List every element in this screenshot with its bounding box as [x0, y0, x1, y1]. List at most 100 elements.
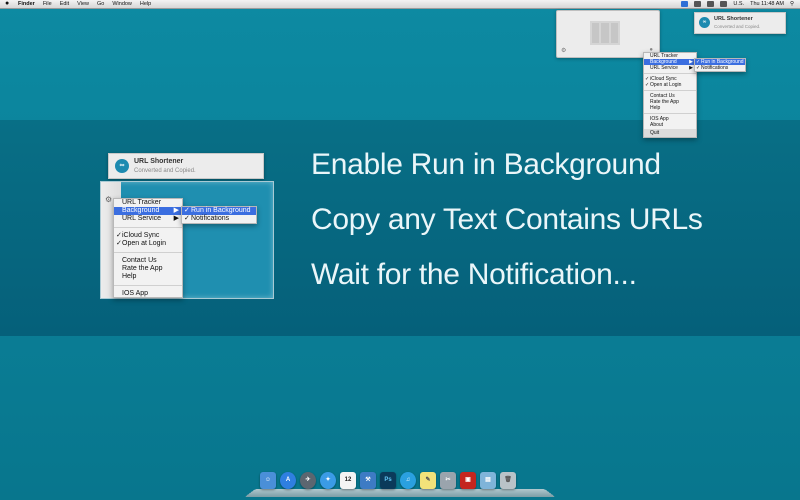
- menu-go[interactable]: Go: [97, 0, 104, 8]
- menu-item-label: Run in Background: [191, 207, 251, 214]
- menu-edit[interactable]: Edit: [60, 0, 69, 8]
- menu-item-label: URL Service: [650, 65, 678, 71]
- menu-separator: [644, 90, 696, 91]
- menu-item-label: Help: [650, 105, 661, 111]
- checkmark-icon: ✓: [184, 215, 190, 222]
- submenu-arrow-icon: ▶: [173, 215, 179, 222]
- calendar-icon[interactable]: 12: [340, 472, 356, 489]
- dock-shelf: [244, 489, 556, 498]
- menu-file[interactable]: File: [43, 0, 52, 8]
- gear-icon[interactable]: ⚙: [561, 47, 566, 54]
- checkmark-icon: ✓: [184, 207, 190, 214]
- submenu-item-run-in-background[interactable]: ✓ Run in Background: [182, 207, 256, 215]
- headline-step-3: Wait for the Notification...: [311, 258, 637, 291]
- gear-icon[interactable]: ⚙: [105, 195, 112, 204]
- submenu-arrow-icon: ▶: [689, 65, 693, 71]
- submenu-arrow-icon: ▶: [173, 207, 179, 214]
- itunes-icon[interactable]: ♫: [400, 472, 416, 489]
- notification-small[interactable]: ∞ URL Shortener Converted and Copied.: [694, 12, 786, 34]
- finder-icon[interactable]: ☺: [260, 472, 276, 489]
- menu-separator: [644, 113, 696, 114]
- menu-item-label: URL Service: [122, 215, 162, 222]
- wifi-icon[interactable]: [694, 1, 702, 7]
- menu-item-background[interactable]: Background ▶: [114, 207, 182, 215]
- background-submenu-large: ✓ Run in Background ✓ Notifications: [181, 206, 257, 224]
- notification-subtitle: Converted and Copied.: [714, 24, 761, 29]
- menu-item-ios-app[interactable]: IOS App: [114, 290, 182, 297]
- checkmark-icon: ✓: [696, 65, 701, 71]
- input-locale[interactable]: U.S.: [733, 0, 744, 8]
- menu-item-quit[interactable]: Quit: [644, 129, 696, 137]
- menu-item-url-tracker[interactable]: URL Tracker: [114, 199, 182, 207]
- photo-booth-icon[interactable]: ▣: [460, 472, 476, 489]
- downloads-folder-icon[interactable]: ▤: [480, 472, 496, 489]
- menu-separator: [114, 252, 182, 253]
- menu-item-url-service[interactable]: URL Service ▶: [644, 65, 696, 71]
- menu-item-label: Quit: [650, 130, 660, 136]
- apple-logo-icon[interactable]: ●: [5, 0, 9, 8]
- notification-title: URL Shortener: [714, 16, 753, 22]
- background-submenu-small: ✓ Run in Background ✓ Notifications: [694, 58, 746, 72]
- url-shortener-logo-icon: ∞: [115, 159, 129, 173]
- launchpad-icon[interactable]: ✈: [300, 472, 316, 489]
- menu-item-label: Rate the App: [122, 265, 163, 272]
- headline-step-2: Copy any Text Contains URLs: [311, 203, 703, 236]
- menu-item-label: URL Tracker: [122, 199, 162, 206]
- placeholder-tiles: [590, 21, 620, 45]
- menu-item-open-at-login[interactable]: ✓ Open at Login: [114, 240, 182, 248]
- menu-item-rate-app[interactable]: Rate the App: [114, 265, 182, 273]
- volume-icon[interactable]: [707, 1, 715, 7]
- flag-icon[interactable]: [720, 1, 728, 7]
- menu-separator: [114, 227, 182, 228]
- menu-item-help[interactable]: Help: [644, 105, 696, 111]
- status-menu-small: URL Tracker Background ▶ URL Service ▶ ✓ iC…: [643, 52, 697, 138]
- menu-item-label: IOS App: [122, 290, 149, 297]
- menu-separator: [114, 285, 182, 286]
- clock[interactable]: Thu 11:48 AM: [750, 0, 784, 8]
- headline-step-1: Enable Run in Background: [311, 148, 661, 181]
- menu-item-label: Open at Login: [122, 240, 166, 247]
- menu-item-label: About: [650, 122, 664, 128]
- menu-help[interactable]: Help: [140, 0, 151, 8]
- menu-bar: ● Finder File Edit View Go Window Help U…: [0, 0, 800, 9]
- checkmark-icon: ✓: [645, 82, 650, 88]
- checkmark-icon: ✓: [116, 240, 122, 247]
- menu-item-label: Notifications: [701, 65, 729, 71]
- checkmark-icon: ✓: [116, 232, 122, 239]
- xcode-icon[interactable]: ⚒: [360, 472, 376, 489]
- menu-item-open-at-login[interactable]: ✓ Open at Login: [644, 82, 696, 88]
- menu-finder[interactable]: Finder: [18, 0, 35, 8]
- dock: ☺ A ✈ ✦ 12 ⚒ Ps ♫ ✎ ✂ ▣ ▤ 🗑: [244, 470, 556, 498]
- menu-item-help[interactable]: Help: [114, 273, 182, 281]
- dock-icons: ☺ A ✈ ✦ 12 ⚒ Ps ♫ ✎ ✂ ▣ ▤ 🗑: [260, 472, 516, 489]
- menu-item-label: Notifications: [191, 215, 230, 222]
- utilities-icon[interactable]: ✂: [440, 472, 456, 489]
- app-popover-preview: ⚙ ●: [556, 10, 660, 58]
- menu-separator: [644, 73, 696, 74]
- appstore-icon[interactable]: A: [280, 472, 296, 489]
- status-area: U.S. Thu 11:48 AM ⚲: [681, 0, 794, 8]
- menu-window[interactable]: Window: [112, 0, 132, 8]
- trash-icon[interactable]: 🗑: [500, 472, 516, 489]
- url-shortener-status-icon[interactable]: [681, 1, 689, 7]
- menu-item-label: Open at Login: [650, 82, 682, 88]
- submenu-item-notifications[interactable]: ✓ Notifications: [695, 65, 745, 71]
- search-icon[interactable]: ⚲: [790, 0, 794, 8]
- safari-icon[interactable]: ✦: [320, 472, 336, 489]
- menu-item-label: iCloud Sync: [122, 232, 160, 239]
- photoshop-icon[interactable]: Ps: [380, 472, 396, 489]
- stickies-icon[interactable]: ✎: [420, 472, 436, 489]
- menu-item-label: Help: [122, 273, 137, 280]
- url-shortener-logo-icon: ∞: [699, 17, 710, 28]
- menu-bar-menus: Finder File Edit View Go Window Help: [18, 0, 151, 8]
- notification-large[interactable]: ∞ URL Shortener Converted and Copied.: [108, 153, 264, 179]
- submenu-item-notifications[interactable]: ✓ Notifications: [182, 215, 256, 223]
- status-menu-large: URL Tracker Background ▶ URL Service ▶ ✓ iC…: [113, 198, 183, 298]
- menu-item-icloud-sync[interactable]: ✓ iCloud Sync: [114, 232, 182, 240]
- menu-item-contact-us[interactable]: Contact Us: [114, 257, 182, 265]
- menu-item-label: Contact Us: [122, 257, 157, 264]
- menu-view[interactable]: View: [77, 0, 89, 8]
- menu-item-label: Background: [122, 207, 160, 214]
- menu-item-url-service[interactable]: URL Service ▶: [114, 215, 182, 223]
- menu-item-about[interactable]: About: [644, 122, 696, 128]
